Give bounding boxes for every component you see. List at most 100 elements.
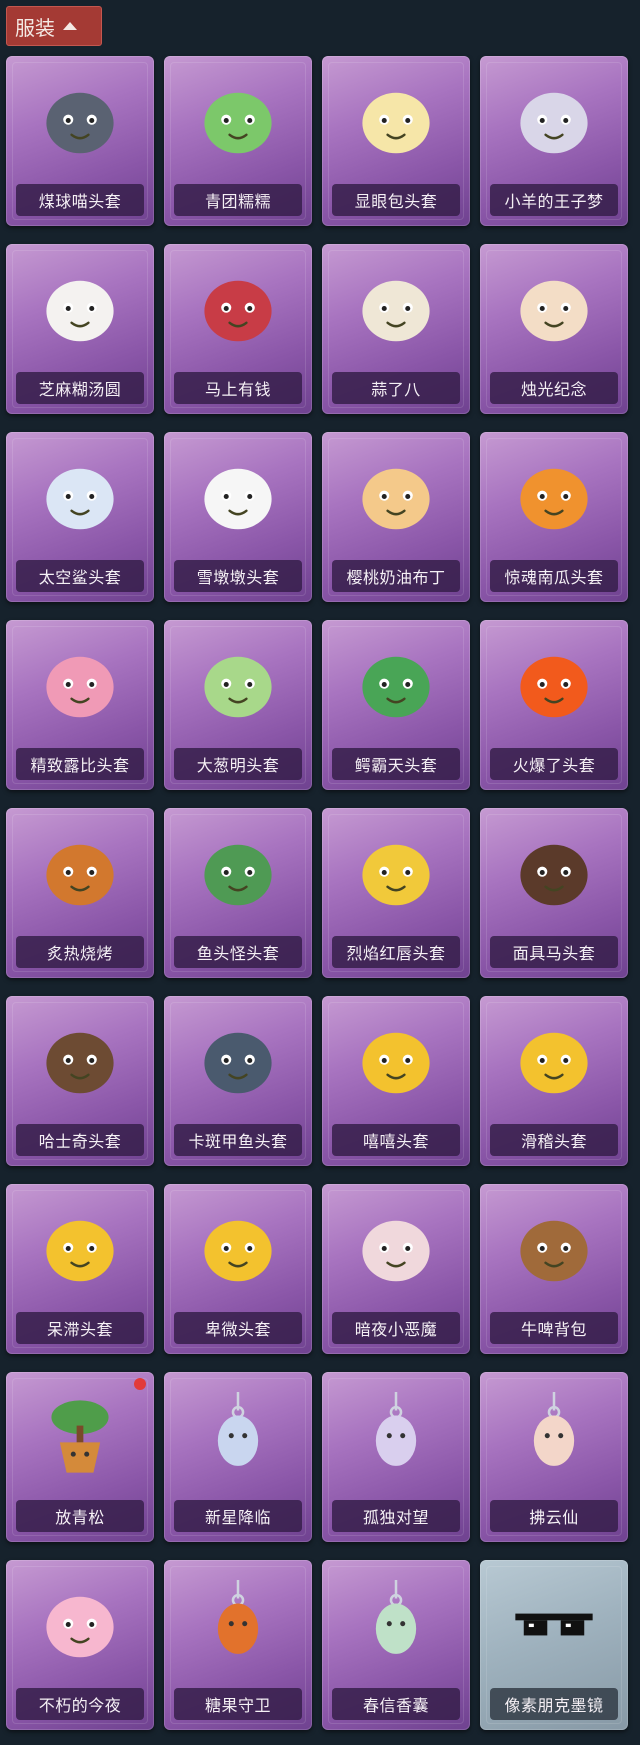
category-title: 服装 bbox=[15, 15, 55, 40]
costume-card[interactable]: 卡斑甲鱼头套 bbox=[164, 996, 312, 1166]
costume-card[interactable]: 放青松 bbox=[6, 1372, 154, 1542]
costume-name: 樱桃奶油布丁 bbox=[332, 560, 460, 592]
husky-icon bbox=[38, 1016, 122, 1100]
costume-name: 鱼头怪头套 bbox=[174, 936, 302, 968]
costume-card[interactable]: 精致露比头套 bbox=[6, 620, 154, 790]
pixel-sunglasses-icon bbox=[512, 1580, 596, 1664]
cat-head-icon bbox=[38, 76, 122, 160]
costume-name: 滑稽头套 bbox=[490, 1124, 618, 1156]
costume-name: 炙热烧烤 bbox=[16, 936, 144, 968]
costume-card[interactable]: 暗夜小恶魔 bbox=[322, 1184, 470, 1354]
costume-card[interactable]: 马上有钱 bbox=[164, 244, 312, 414]
costume-name: 烈焰红唇头套 bbox=[332, 936, 460, 968]
costume-card[interactable]: 不朽的今夜 bbox=[6, 1560, 154, 1730]
cow-beer-backpack-icon bbox=[512, 1204, 596, 1288]
scallion-icon bbox=[196, 640, 280, 724]
sheep-prince-icon bbox=[512, 76, 596, 160]
costume-card[interactable]: 火爆了头套 bbox=[480, 620, 628, 790]
red-horse-icon bbox=[196, 264, 280, 348]
costume-card[interactable]: 孤独对望 bbox=[322, 1372, 470, 1542]
costume-card[interactable]: 滑稽头套 bbox=[480, 996, 628, 1166]
armored-fish-icon bbox=[196, 1016, 280, 1100]
costume-card[interactable]: 鳄霸天头套 bbox=[322, 620, 470, 790]
pumpkin-icon bbox=[512, 452, 596, 536]
chevron-up-icon bbox=[63, 22, 77, 30]
costume-name: 哈士奇头套 bbox=[16, 1124, 144, 1156]
garlic-icon bbox=[354, 264, 438, 348]
sly-emoji-icon bbox=[512, 1016, 596, 1100]
costume-card[interactable]: 太空鲨头套 bbox=[6, 432, 154, 602]
costume-card[interactable]: 呆滞头套 bbox=[6, 1184, 154, 1354]
costume-card[interactable]: 牛啤背包 bbox=[480, 1184, 628, 1354]
costume-card[interactable]: 芝麻糊汤圆 bbox=[6, 244, 154, 414]
costume-name: 像素朋克墨镜 bbox=[490, 1688, 618, 1720]
costume-name: 面具马头套 bbox=[490, 936, 618, 968]
pumpkin-keychain-icon bbox=[196, 1580, 280, 1664]
horse-mask-icon bbox=[512, 828, 596, 912]
costume-name: 青团糯糯 bbox=[174, 184, 302, 216]
costume-card[interactable]: 拂云仙 bbox=[480, 1372, 628, 1542]
costume-name: 大葱明头套 bbox=[174, 748, 302, 780]
costume-name: 火爆了头套 bbox=[490, 748, 618, 780]
costume-card[interactable]: 小羊的王子梦 bbox=[480, 56, 628, 226]
keychain-doll-icon bbox=[196, 1392, 280, 1476]
candle-icon bbox=[512, 264, 596, 348]
costume-name: 呆滞头套 bbox=[16, 1312, 144, 1344]
costume-card[interactable]: 新星降临 bbox=[164, 1372, 312, 1542]
costume-name: 卑微头套 bbox=[174, 1312, 302, 1344]
category-dropdown-button[interactable]: 服装 bbox=[6, 6, 102, 46]
costume-name: 牛啤背包 bbox=[490, 1312, 618, 1344]
costume-card[interactable]: 煤球喵头套 bbox=[6, 56, 154, 226]
pink-beaver-icon bbox=[38, 640, 122, 724]
costume-card[interactable]: 嘻嘻头套 bbox=[322, 996, 470, 1166]
costume-name: 显眼包头套 bbox=[332, 184, 460, 216]
costume-card[interactable]: 烛光纪念 bbox=[480, 244, 628, 414]
costume-grid: 煤球喵头套 青团糯糯 显眼包头套 小羊的王子梦 芝麻糊汤圆 马上有钱 蒜了八 烛… bbox=[0, 56, 640, 1730]
crocodile-icon bbox=[354, 640, 438, 724]
costume-name: 孤独对望 bbox=[332, 1500, 460, 1532]
costume-card[interactable]: 鱼头怪头套 bbox=[164, 808, 312, 978]
costume-card[interactable]: 烈焰红唇头套 bbox=[322, 808, 470, 978]
costume-card[interactable]: 像素朋克墨镜 bbox=[480, 1560, 628, 1730]
costume-name: 煤球喵头套 bbox=[16, 184, 144, 216]
costume-name: 马上有钱 bbox=[174, 372, 302, 404]
costume-card[interactable]: 糖果守卫 bbox=[164, 1560, 312, 1730]
costume-card[interactable]: 炙热烧烤 bbox=[6, 808, 154, 978]
costume-name: 太空鲨头套 bbox=[16, 560, 144, 592]
lightbulb-head-icon bbox=[354, 76, 438, 160]
costume-card[interactable]: 蒜了八 bbox=[322, 244, 470, 414]
stunned-emoji-icon bbox=[38, 1204, 122, 1288]
keychain-doll-icon bbox=[512, 1392, 596, 1476]
costume-card[interactable]: 哈士奇头套 bbox=[6, 996, 154, 1166]
costume-name: 雪墩墩头套 bbox=[174, 560, 302, 592]
costume-name: 惊魂南瓜头套 bbox=[490, 560, 618, 592]
costume-name: 鳄霸天头套 bbox=[332, 748, 460, 780]
rice-ball-icon bbox=[38, 264, 122, 348]
little-devil-icon bbox=[354, 1204, 438, 1288]
costume-name: 嘻嘻头套 bbox=[332, 1124, 460, 1156]
costume-card[interactable]: 惊魂南瓜头套 bbox=[480, 432, 628, 602]
sachet-icon bbox=[354, 1580, 438, 1664]
costume-name: 暗夜小恶魔 bbox=[332, 1312, 460, 1344]
costume-card[interactable]: 显眼包头套 bbox=[322, 56, 470, 226]
snowman-icon bbox=[196, 452, 280, 536]
humble-emoji-icon bbox=[196, 1204, 280, 1288]
costume-card[interactable]: 雪墩墩头套 bbox=[164, 432, 312, 602]
costume-name: 不朽的今夜 bbox=[16, 1688, 144, 1720]
costume-name: 烛光纪念 bbox=[490, 372, 618, 404]
new-badge bbox=[134, 1378, 146, 1390]
costume-card[interactable]: 大葱明头套 bbox=[164, 620, 312, 790]
pink-fox-bowl-icon bbox=[38, 1580, 122, 1664]
costume-name: 蒜了八 bbox=[332, 372, 460, 404]
bonsai-pot-icon bbox=[38, 1392, 122, 1476]
costume-card[interactable]: 青团糯糯 bbox=[164, 56, 312, 226]
costume-card[interactable]: 春信香囊 bbox=[322, 1560, 470, 1730]
bbq-meat-icon bbox=[38, 828, 122, 912]
pudding-icon bbox=[354, 452, 438, 536]
costume-card[interactable]: 卑微头套 bbox=[164, 1184, 312, 1354]
yellow-mouse-icon bbox=[354, 828, 438, 912]
costume-card[interactable]: 樱桃奶油布丁 bbox=[322, 432, 470, 602]
costume-name: 小羊的王子梦 bbox=[490, 184, 618, 216]
costume-card[interactable]: 面具马头套 bbox=[480, 808, 628, 978]
costume-name: 卡斑甲鱼头套 bbox=[174, 1124, 302, 1156]
